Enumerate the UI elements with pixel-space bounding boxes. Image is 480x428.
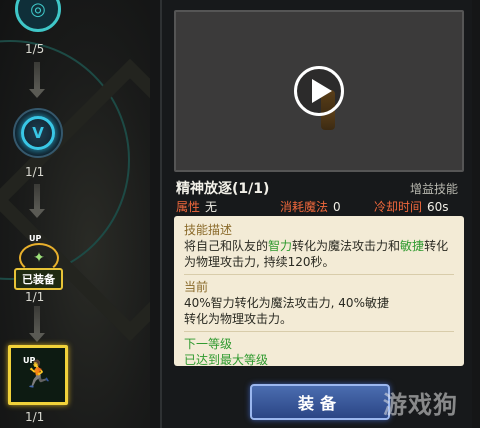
attribute-value: 无 bbox=[205, 200, 218, 214]
current-level-line-1: 40%智力转化为魔法攻击力, 40%敏捷 bbox=[184, 296, 389, 310]
skill-node-2-count: 1/1 bbox=[25, 165, 45, 179]
current-level-line-2: 转化为物理攻击力。 bbox=[184, 312, 293, 326]
upgrade-tag: UP bbox=[29, 234, 42, 243]
upgrade-tag: UP bbox=[23, 356, 36, 365]
current-level-title: 当前 bbox=[184, 280, 209, 294]
skill-node-2[interactable]: V bbox=[13, 108, 63, 158]
tree-arrow bbox=[29, 306, 45, 342]
skill-detail-panel: 精神放逐(1/1) 增益技能 属性无 消耗魔法 0 冷却时间 60s 技能描述 将自… bbox=[160, 0, 472, 428]
description-text: 将自己和队友的智力转化为魔法攻击力和敏捷转化为物理攻击力, 持续120秒。 bbox=[184, 239, 449, 269]
skill-description-box: 技能描述 将自己和队友的智力转化为魔法攻击力和敏捷转化为物理攻击力, 持续120… bbox=[174, 216, 464, 366]
description-title: 技能描述 bbox=[184, 223, 233, 237]
skill-node-4-count: 1/1 bbox=[25, 410, 45, 424]
cooldown-value: 60s bbox=[427, 200, 449, 214]
divider bbox=[184, 331, 454, 332]
target-icon: ◎ bbox=[30, 0, 46, 20]
skill-tree: ◎ 1/5 V 1/1 UP ✦ 已装备 1/1 UP 🏃 1/1 bbox=[0, 0, 150, 428]
skill-node-1[interactable]: ◎ bbox=[15, 0, 61, 32]
stat-mana: 消耗魔法 0 bbox=[280, 198, 341, 215]
stat-attribute: 属性无 bbox=[176, 198, 217, 215]
equip-button[interactable]: 装备 bbox=[250, 384, 390, 420]
play-icon bbox=[311, 79, 332, 103]
attribute-label: 属性 bbox=[176, 200, 201, 214]
skill-node-1-count: 1/5 bbox=[25, 42, 45, 56]
v-shield-icon: V bbox=[21, 116, 55, 150]
next-level-text: 已达到最大等级 bbox=[184, 353, 269, 366]
stat-cooldown: 冷却时间 60s bbox=[374, 198, 449, 215]
skill-node-3-count: 1/1 bbox=[25, 290, 45, 304]
divider bbox=[184, 274, 454, 275]
watermark: 游戏狗 bbox=[383, 391, 458, 419]
equipped-badge: 已装备 bbox=[14, 268, 63, 290]
skill-type: 增益技能 bbox=[409, 182, 458, 196]
next-level-title: 下一等级 bbox=[184, 337, 233, 351]
tree-arrow bbox=[29, 184, 45, 218]
tree-arrow bbox=[29, 62, 45, 98]
mana-label: 消耗魔法 bbox=[280, 200, 329, 214]
mana-value: 0 bbox=[333, 200, 341, 214]
skill-preview-video[interactable] bbox=[174, 10, 464, 172]
skill-name: 精神放逐(1/1) bbox=[176, 181, 270, 197]
skill-node-4-selected[interactable]: UP 🏃 bbox=[8, 345, 68, 405]
cooldown-label: 冷却时间 bbox=[374, 200, 423, 214]
play-button[interactable] bbox=[294, 66, 344, 116]
